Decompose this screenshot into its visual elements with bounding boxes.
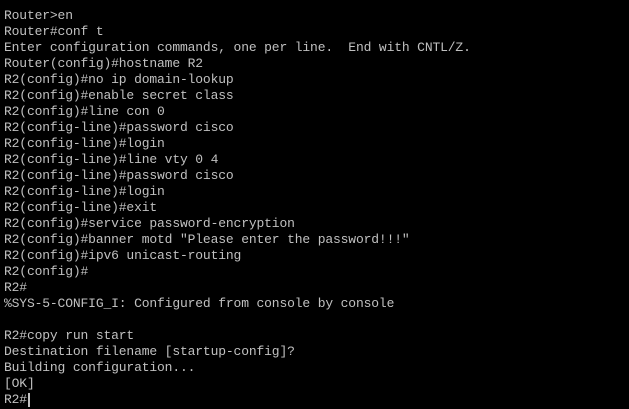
terminal-line: R2(config-line)#line vty 0 4 (4, 152, 219, 167)
terminal-line: %SYS-5-CONFIG_I: Configured from console… (4, 296, 395, 311)
terminal-line: R2# (4, 280, 27, 295)
terminal-line: R2#copy run start (4, 328, 135, 343)
terminal-line: R2(config-line)#login (4, 136, 165, 151)
terminal-output: Router>en Router#conf t Enter configurat… (4, 8, 629, 408)
terminal-line: R2(config-line)#password cisco (4, 120, 234, 135)
command-input-line[interactable]: R2# (4, 392, 629, 408)
text-cursor (27, 393, 30, 407)
terminal-window[interactable]: Router>en Router#conf t Enter configurat… (0, 0, 629, 409)
terminal-line: R2(config-line)#login (4, 184, 165, 199)
terminal-line: Router>en (4, 8, 73, 23)
terminal-line: R2(config)#enable secret class (4, 88, 234, 103)
terminal-line: R2(config)#service password-encryption (4, 216, 295, 231)
terminal-line: R2(config)# (4, 264, 89, 279)
terminal-line: [OK] (4, 376, 35, 391)
terminal-line: R2(config-line)#exit (4, 200, 158, 215)
terminal-line: Router#conf t (4, 24, 104, 39)
terminal-line: R2(config)#no ip domain-lookup (4, 72, 234, 87)
terminal-line: R2(config)#banner motd "Please enter the… (4, 232, 410, 247)
terminal-line: R2(config)#ipv6 unicast-routing (4, 248, 242, 263)
terminal-line: Router(config)#hostname R2 (4, 56, 203, 71)
current-prompt: R2# (4, 392, 27, 407)
terminal-line: R2(config)#line con 0 (4, 104, 165, 119)
terminal-line: Destination filename [startup-config]? (4, 344, 295, 359)
terminal-line: Enter configuration commands, one per li… (4, 40, 471, 55)
terminal-line: R2(config-line)#password cisco (4, 168, 234, 183)
terminal-line: Building configuration... (4, 360, 196, 375)
